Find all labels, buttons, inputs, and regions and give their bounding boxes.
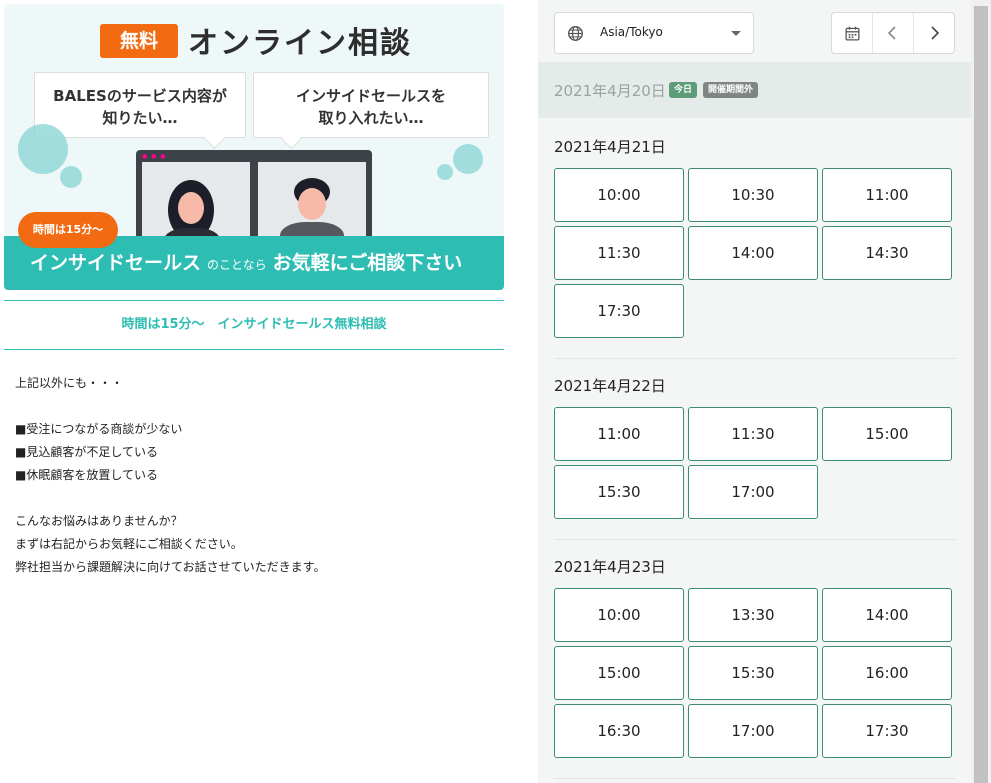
bubble-line: 取り入れたい… bbox=[318, 109, 424, 127]
day-divider bbox=[554, 539, 956, 540]
description-text: 上記以外にも・・・ ■受注につながる商談が少ない ■見込顧客が不足している ■休… bbox=[15, 372, 325, 579]
time-slot-button[interactable]: 16:00 bbox=[822, 646, 952, 700]
calendar-button[interactable] bbox=[832, 13, 873, 53]
window-dots: ● ● ● bbox=[142, 153, 167, 160]
calendar-navigation bbox=[831, 12, 955, 54]
time-slot-button[interactable]: 14:30 bbox=[822, 226, 952, 280]
time-slot-button[interactable]: 15:30 bbox=[554, 465, 684, 519]
time-slot-button[interactable]: 11:00 bbox=[822, 168, 952, 222]
day-section: 2021年4月21日 10:00 10:30 11:00 11:30 14:00… bbox=[554, 132, 956, 338]
duration-badge: 時間は15分〜 bbox=[18, 212, 118, 248]
description-line: ■受注につながる商談が少ない bbox=[15, 422, 183, 436]
scheduler-panel: Asia/Tokyo 2021年4月20日 今日 開催期間外 2021年4月21… bbox=[538, 0, 971, 783]
time-slot-button[interactable]: 10:00 bbox=[554, 588, 684, 642]
today-date: 2021年4月20日 bbox=[554, 82, 666, 100]
decor-circle bbox=[18, 124, 68, 174]
today-row: 2021年4月20日 今日 開催期間外 bbox=[538, 62, 971, 118]
tagline-main: インサイドセールス bbox=[30, 252, 202, 274]
time-slot-button[interactable]: 15:30 bbox=[688, 646, 818, 700]
description-line: ■見込顧客が不足している bbox=[15, 445, 158, 459]
time-slot-button[interactable]: 10:30 bbox=[688, 168, 818, 222]
chevron-down-icon bbox=[731, 31, 741, 36]
chevron-left-icon bbox=[887, 26, 896, 40]
description-line: 上記以外にも・・・ bbox=[15, 376, 124, 390]
time-slot-button[interactable]: 16:30 bbox=[554, 704, 684, 758]
time-slot-button[interactable]: 11:00 bbox=[554, 407, 684, 461]
day-date: 2021年4月23日 bbox=[554, 558, 666, 576]
time-slot-button[interactable]: 11:30 bbox=[554, 226, 684, 280]
decor-circle bbox=[453, 144, 483, 174]
hero-banner: 無料 オンライン相談 BALESのサービス内容が 知りたい… インサイドセールス… bbox=[4, 4, 504, 290]
description-line: ■休眠顧客を放置している bbox=[15, 468, 158, 482]
time-slot-grid: 10:00 10:30 11:00 11:30 14:00 14:30 17:3… bbox=[554, 168, 956, 338]
time-slot-button[interactable]: 17:00 bbox=[688, 465, 818, 519]
calendar-icon bbox=[844, 26, 860, 41]
scrollbar-thumb[interactable] bbox=[974, 6, 988, 783]
time-slot-button[interactable]: 13:30 bbox=[688, 588, 818, 642]
time-slot-button[interactable]: 17:30 bbox=[822, 704, 952, 758]
next-week-button[interactable] bbox=[914, 13, 954, 53]
time-slot-button[interactable]: 15:00 bbox=[554, 646, 684, 700]
bubble-line: 知りたい… bbox=[102, 109, 178, 127]
time-slot-button[interactable]: 15:00 bbox=[822, 407, 952, 461]
previous-week-button[interactable] bbox=[873, 13, 914, 53]
time-slot-button[interactable]: 14:00 bbox=[688, 226, 818, 280]
consultation-subtitle: 時間は15分〜 インサイドセールス無料相談 bbox=[4, 300, 504, 350]
speech-bubble-services: BALESのサービス内容が 知りたい… bbox=[34, 72, 246, 138]
bubble-line: インサイドセールスを bbox=[295, 87, 446, 105]
day-divider bbox=[554, 778, 956, 779]
chevron-right-icon bbox=[931, 26, 940, 40]
scrollbar[interactable] bbox=[971, 0, 991, 783]
description-line: 弊社担当から課題解決に向けてお話させていただきます。 bbox=[15, 560, 326, 574]
description-line bbox=[15, 395, 325, 418]
today-badge: 今日 bbox=[669, 82, 698, 98]
banner-headline: オンライン相談 bbox=[188, 26, 412, 61]
left-pane: 無料 オンライン相談 BALESのサービス内容が 知りたい… インサイドセールス… bbox=[0, 0, 537, 783]
decor-circle bbox=[60, 166, 82, 188]
day-date: 2021年4月22日 bbox=[554, 377, 666, 395]
timezone-value: Asia/Tokyo bbox=[600, 25, 663, 39]
time-slot-button[interactable]: 17:30 bbox=[554, 284, 684, 338]
description-line: まずは右記からお気軽にご相談ください。 bbox=[15, 537, 243, 551]
day-section: 2021年4月22日 11:00 11:30 15:00 15:30 17:00 bbox=[554, 371, 956, 519]
tagline-end: お気軽にご相談下さい bbox=[272, 252, 463, 274]
bubble-line: BALESのサービス内容が bbox=[53, 87, 227, 105]
time-slot-button[interactable]: 17:00 bbox=[688, 704, 818, 758]
tagline-small: のことなら bbox=[207, 258, 267, 272]
time-slot-grid: 10:00 13:30 14:00 15:00 15:30 16:00 16:3… bbox=[554, 588, 956, 758]
description-line bbox=[15, 487, 325, 510]
time-slot-button[interactable]: 10:00 bbox=[554, 168, 684, 222]
description-line: こんなお悩みはありませんか？ bbox=[15, 514, 183, 528]
free-badge: 無料 bbox=[100, 24, 178, 58]
globe-icon bbox=[568, 26, 583, 41]
out-of-period-badge: 開催期間外 bbox=[703, 82, 759, 98]
time-slot-button[interactable]: 14:00 bbox=[822, 588, 952, 642]
day-section: 2021年4月23日 10:00 13:30 14:00 15:00 15:30… bbox=[554, 552, 956, 758]
time-slot-button[interactable]: 11:30 bbox=[688, 407, 818, 461]
timezone-select[interactable]: Asia/Tokyo bbox=[554, 12, 754, 54]
day-divider bbox=[554, 358, 956, 359]
time-slot-grid: 11:00 11:30 15:00 15:30 17:00 bbox=[554, 407, 956, 519]
decor-circle bbox=[437, 164, 453, 180]
speech-bubble-inside-sales: インサイドセールスを 取り入れたい… bbox=[253, 72, 489, 138]
video-call-illustration: ● ● ● bbox=[136, 150, 372, 250]
day-date: 2021年4月21日 bbox=[554, 138, 666, 156]
